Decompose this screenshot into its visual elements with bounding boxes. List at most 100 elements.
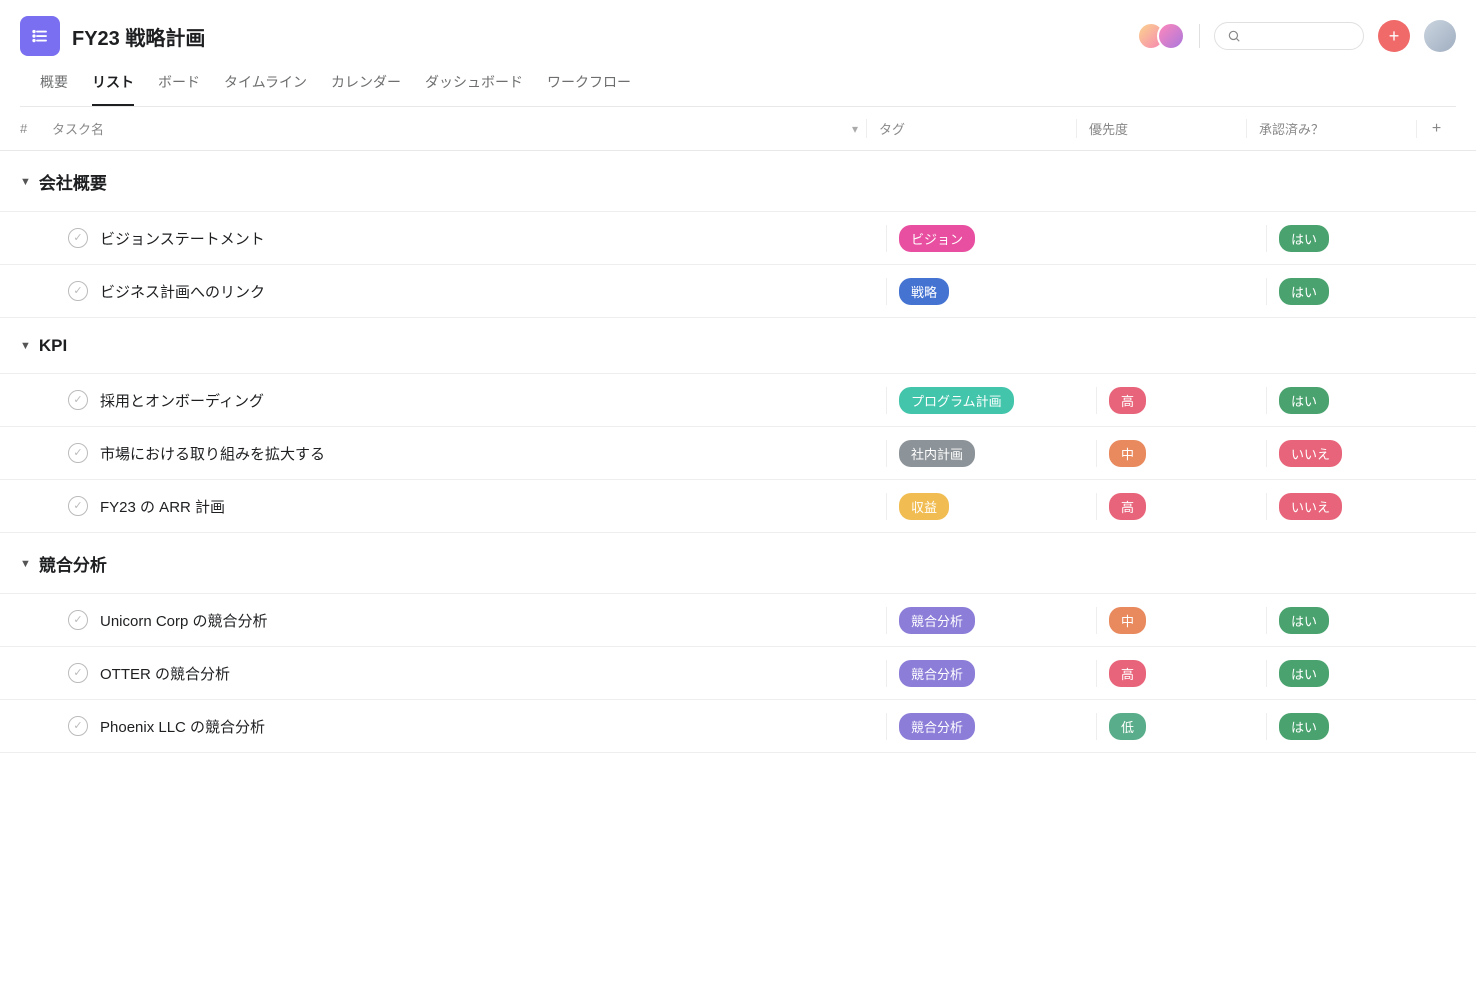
cell-tag[interactable]: 競合分析 — [886, 713, 1096, 740]
cell-priority[interactable]: 高 — [1096, 660, 1266, 687]
approved-pill[interactable]: はい — [1279, 225, 1329, 252]
tag-pill[interactable]: 社内計画 — [899, 440, 975, 467]
priority-pill[interactable]: 中 — [1109, 607, 1146, 634]
column-tag[interactable]: タグ — [866, 119, 1076, 138]
task-row[interactable]: 採用とオンボーディング プログラム計画 高 はい — [0, 373, 1476, 427]
caret-down-icon: ▼ — [20, 340, 31, 352]
section-header[interactable]: ▼ 競合分析 — [0, 533, 1476, 594]
tag-pill[interactable]: ビジョン — [899, 225, 975, 252]
task-name: ビジネス計画へのリンク — [100, 281, 265, 302]
task-name: OTTER の競合分析 — [100, 663, 230, 684]
tab-3[interactable]: タイムライン — [224, 72, 307, 106]
cell-tag[interactable]: 社内計画 — [886, 440, 1096, 467]
user-avatar[interactable] — [1424, 20, 1456, 52]
cell-tag[interactable]: 競合分析 — [886, 607, 1096, 634]
column-name[interactable]: タスク名 ▾ — [40, 119, 866, 138]
project-title[interactable]: FY23 戦略計画 — [72, 22, 205, 51]
complete-checkbox[interactable] — [68, 496, 88, 516]
approved-pill[interactable]: はい — [1279, 660, 1329, 687]
add-button[interactable]: + — [1378, 20, 1410, 52]
cell-approved[interactable]: はい — [1266, 387, 1436, 414]
cell-tag[interactable]: ビジョン — [886, 225, 1096, 252]
search-icon — [1227, 29, 1241, 43]
task-row[interactable]: OTTER の競合分析 競合分析 高 はい — [0, 646, 1476, 700]
task-row[interactable]: Unicorn Corp の競合分析 競合分析 中 はい — [0, 593, 1476, 647]
complete-checkbox[interactable] — [68, 281, 88, 301]
column-approved[interactable]: 承認済み？ — [1246, 119, 1416, 138]
task-name: Phoenix LLC の競合分析 — [100, 716, 265, 737]
cell-approved[interactable]: はい — [1266, 278, 1436, 305]
section-name: 会社概要 — [39, 169, 107, 194]
member-avatars[interactable] — [1137, 22, 1185, 50]
complete-checkbox[interactable] — [68, 390, 88, 410]
complete-checkbox[interactable] — [68, 443, 88, 463]
task-row[interactable]: Phoenix LLC の競合分析 競合分析 低 はい — [0, 699, 1476, 753]
cell-priority[interactable]: 中 — [1096, 607, 1266, 634]
caret-down-icon: ▼ — [20, 558, 31, 570]
cell-approved[interactable]: いいえ — [1266, 440, 1436, 467]
tab-6[interactable]: ワークフロー — [547, 72, 631, 106]
approved-pill[interactable]: はい — [1279, 713, 1329, 740]
project-icon[interactable] — [20, 16, 60, 56]
section-name: 競合分析 — [39, 551, 107, 576]
cell-priority[interactable]: 高 — [1096, 387, 1266, 414]
cell-approved[interactable]: はい — [1266, 225, 1436, 252]
approved-pill[interactable]: はい — [1279, 278, 1329, 305]
task-row[interactable]: ビジネス計画へのリンク 戦略 はい — [0, 264, 1476, 318]
task-name: 市場における取り組みを拡大する — [100, 443, 325, 464]
approved-pill[interactable]: いいえ — [1279, 440, 1342, 467]
priority-pill[interactable]: 高 — [1109, 387, 1146, 414]
cell-priority[interactable]: 中 — [1096, 440, 1266, 467]
search-input[interactable] — [1214, 22, 1364, 50]
divider — [1199, 24, 1200, 48]
task-row[interactable]: ビジョンステートメント ビジョン はい — [0, 211, 1476, 265]
cell-approved[interactable]: はい — [1266, 660, 1436, 687]
priority-pill[interactable]: 低 — [1109, 713, 1146, 740]
tag-pill[interactable]: 収益 — [899, 493, 949, 520]
cell-priority[interactable]: 低 — [1096, 713, 1266, 740]
complete-checkbox[interactable] — [68, 663, 88, 683]
cell-approved[interactable]: はい — [1266, 607, 1436, 634]
add-column-button[interactable]: + — [1416, 120, 1456, 138]
section-header[interactable]: ▼ KPI — [0, 318, 1476, 374]
section-header[interactable]: ▼ 会社概要 — [0, 151, 1476, 212]
tag-pill[interactable]: 競合分析 — [899, 713, 975, 740]
column-priority[interactable]: 優先度 — [1076, 119, 1246, 138]
priority-pill[interactable]: 中 — [1109, 440, 1146, 467]
cell-tag[interactable]: 競合分析 — [886, 660, 1096, 687]
priority-pill[interactable]: 高 — [1109, 660, 1146, 687]
approved-pill[interactable]: はい — [1279, 387, 1329, 414]
complete-checkbox[interactable] — [68, 228, 88, 248]
tag-pill[interactable]: 戦略 — [899, 278, 949, 305]
task-row[interactable]: 市場における取り組みを拡大する 社内計画 中 いいえ — [0, 426, 1476, 480]
tab-4[interactable]: カレンダー — [331, 72, 401, 106]
task-name: ビジョンステートメント — [100, 228, 265, 249]
cell-priority[interactable]: 高 — [1096, 493, 1266, 520]
task-name: 採用とオンボーディング — [100, 390, 264, 411]
cell-tag[interactable]: 収益 — [886, 493, 1096, 520]
approved-pill[interactable]: はい — [1279, 607, 1329, 634]
task-name: FY23 の ARR 計画 — [100, 496, 225, 517]
task-row[interactable]: FY23 の ARR 計画 収益 高 いいえ — [0, 479, 1476, 533]
tag-pill[interactable]: プログラム計画 — [899, 387, 1014, 414]
complete-checkbox[interactable] — [68, 716, 88, 736]
tab-1[interactable]: リスト — [92, 72, 134, 106]
approved-pill[interactable]: いいえ — [1279, 493, 1342, 520]
column-hash: # — [20, 121, 40, 136]
tab-0[interactable]: 概要 — [40, 72, 68, 106]
tab-5[interactable]: ダッシュボード — [425, 72, 523, 106]
cell-tag[interactable]: 戦略 — [886, 278, 1096, 305]
complete-checkbox[interactable] — [68, 610, 88, 630]
cell-approved[interactable]: いいえ — [1266, 493, 1436, 520]
priority-pill[interactable]: 高 — [1109, 493, 1146, 520]
caret-down-icon: ▼ — [20, 176, 31, 188]
tab-2[interactable]: ボード — [158, 72, 200, 106]
tag-pill[interactable]: 競合分析 — [899, 660, 975, 687]
section-name: KPI — [39, 336, 67, 356]
tag-pill[interactable]: 競合分析 — [899, 607, 975, 634]
cell-approved[interactable]: はい — [1266, 713, 1436, 740]
chevron-down-icon[interactable]: ▾ — [852, 122, 858, 136]
avatar[interactable] — [1157, 22, 1185, 50]
cell-tag[interactable]: プログラム計画 — [886, 387, 1096, 414]
task-name: Unicorn Corp の競合分析 — [100, 610, 268, 631]
